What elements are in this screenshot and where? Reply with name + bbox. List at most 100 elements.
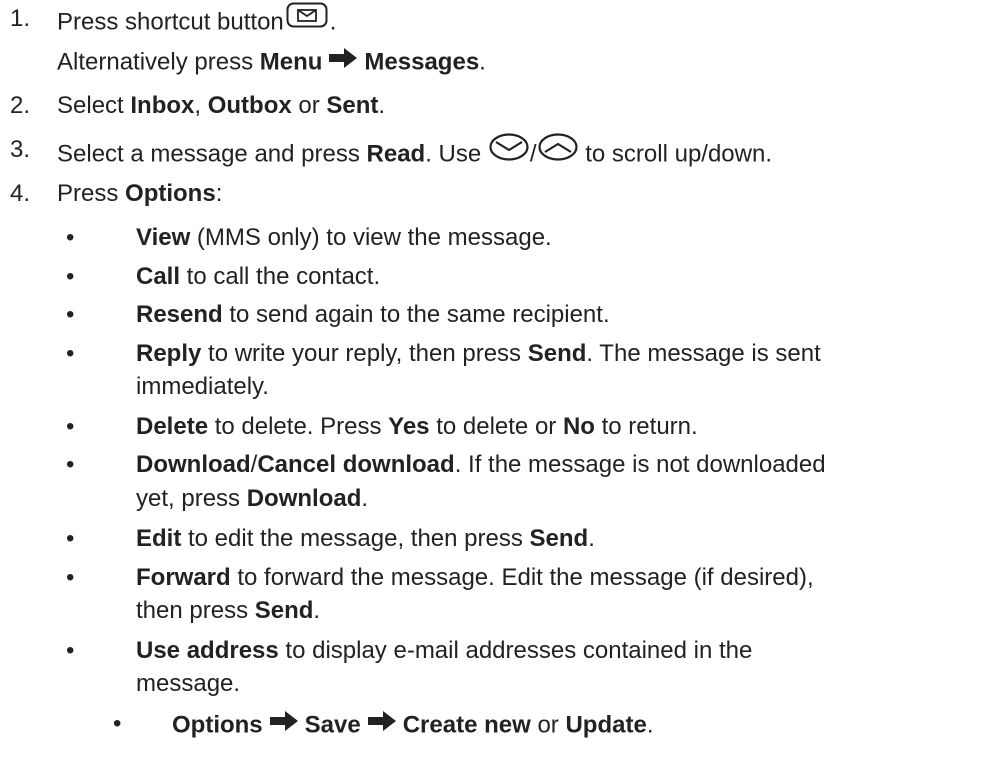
bullet-text: Call to call the contact. (136, 260, 380, 294)
download-label: Download (246, 485, 362, 512)
step-text: Press Options: (57, 177, 222, 211)
outbox-label: Outbox (207, 92, 292, 119)
scroll-down-icon (489, 133, 529, 171)
period: . (361, 485, 369, 512)
bullet-label: Delete (136, 413, 209, 440)
bullet-desc: to edit the message, then press (181, 525, 530, 552)
save-label: Save (304, 711, 361, 739)
sent-label: Sent (326, 92, 379, 119)
instruction-document: 1. Press shortcut button. Alternatively … (0, 0, 997, 771)
bullet-mark: • (66, 413, 75, 440)
bullet-label: Edit (136, 525, 182, 552)
press-text: Press (57, 180, 119, 207)
bullet-label: Forward (136, 564, 231, 591)
bullet-text: Reply to write your reply, then press Se… (136, 337, 821, 371)
messages-label: Messages (364, 48, 480, 76)
bullet-desc: to send again to the same recipient. (222, 301, 610, 328)
bullet-desc: to display e-mail addresses contained in… (278, 637, 753, 664)
bullet-mark: • (113, 710, 122, 737)
step-number: 3. (10, 136, 31, 163)
step-1-alt: Alternatively press Menu Messages. (57, 44, 486, 82)
cancel-download-label: Cancel download (257, 451, 455, 478)
bullet-mark: • (66, 301, 75, 328)
bullet-desc-cont: yet, press Download. (136, 482, 368, 516)
bullet-mark: • (66, 525, 75, 552)
bullet-desc-cont: immediately. (136, 373, 269, 400)
bullet-label: Reply (136, 340, 202, 367)
alt-text: Alternatively press (57, 48, 254, 76)
bullet-desc: to delete or (429, 413, 563, 440)
bullet-desc: then press (136, 597, 255, 624)
envelope-key-icon (286, 2, 328, 38)
colon: : (215, 180, 223, 207)
bullet-desc: to return. (594, 413, 698, 440)
alt-end: . (479, 48, 486, 76)
use-text: . Use (425, 140, 482, 168)
bullet-text: Resend to send again to the same recipie… (136, 298, 610, 332)
bullet-text: Delete to delete. Press Yes to delete or… (136, 410, 698, 444)
select-message-text: Select a message and press (57, 140, 360, 168)
bullet-desc-cont: message. (136, 670, 241, 697)
right-arrow-icon (328, 44, 358, 78)
bullet-mark: • (66, 451, 75, 478)
bullet-label: Call (136, 263, 181, 290)
step-number: 4. (10, 180, 31, 207)
period: . (378, 92, 386, 119)
select-text: Select (57, 92, 124, 119)
menu-label: Menu (259, 48, 323, 76)
bullet-desc: to forward the message. Edit the message… (230, 564, 814, 591)
bullet-mark: • (66, 564, 75, 591)
period: . (313, 597, 321, 624)
right-arrow-icon (269, 707, 299, 741)
inbox-label: Inbox (130, 92, 195, 119)
create-new-label: Create new (402, 711, 531, 739)
step-text: Select Inbox, Outbox or Sent. (57, 89, 385, 123)
bullet-mark: • (66, 263, 75, 290)
send-label: Send (254, 597, 314, 624)
scroll-text: to scroll up/down. (585, 140, 772, 168)
bullet-desc: to call the contact. (180, 263, 381, 290)
or-text: or (537, 711, 559, 739)
bullet-text: Download/Cancel download. If the message… (136, 448, 826, 482)
bullet-text: Edit to edit the message, then press Sen… (136, 522, 595, 556)
step-number: 2. (10, 92, 31, 119)
bullet-text: View (MMS only) to view the message. (136, 221, 552, 255)
bullet-desc: to write your reply, then press (201, 340, 528, 367)
bullet-mark: • (66, 224, 75, 251)
send-label: Send (529, 525, 589, 552)
update-label: Update (565, 711, 647, 739)
bullet-desc: . The message is sent (586, 340, 821, 367)
bullet-label: Download (136, 451, 251, 478)
bullet-label: Resend (136, 301, 223, 328)
period: . (588, 525, 595, 552)
sub-bullet-text: Options Save Create new or Update. (172, 707, 653, 745)
bullet-text: Forward to forward the message. Edit the… (136, 561, 814, 595)
yes-label: Yes (388, 413, 430, 440)
no-label: No (562, 413, 595, 440)
scroll-up-icon (537, 133, 578, 171)
slash: / (529, 140, 537, 168)
bullet-desc: (MMS only) to view the message. (190, 224, 552, 251)
options-label: Options (172, 711, 263, 739)
bullet-desc: to delete. Press (208, 413, 389, 440)
period: . (646, 711, 654, 739)
bullet-mark: • (66, 637, 75, 664)
comma: , (194, 92, 202, 119)
step-1-period: . (329, 8, 337, 36)
bullet-label: Use address (136, 637, 279, 664)
step-text: Select a message and press Read. Use / t… (57, 133, 772, 177)
bullet-label: View (136, 224, 191, 251)
read-label: Read (366, 140, 426, 168)
bullet-mark: • (66, 340, 75, 367)
or-text: or (298, 92, 320, 119)
bullet-text: Use address to display e-mail addresses … (136, 634, 752, 668)
right-arrow-icon (367, 707, 397, 741)
step-1-text: Press shortcut button (57, 8, 284, 36)
step-number: 1. (10, 5, 31, 32)
bullet-desc: yet, press (136, 485, 247, 512)
options-label: Options (125, 180, 216, 207)
send-label: Send (527, 340, 587, 367)
bullet-desc-cont: then press Send. (136, 594, 320, 628)
step-text: Press shortcut button. (57, 2, 336, 44)
bullet-desc: . If the message is not downloaded (454, 451, 826, 478)
